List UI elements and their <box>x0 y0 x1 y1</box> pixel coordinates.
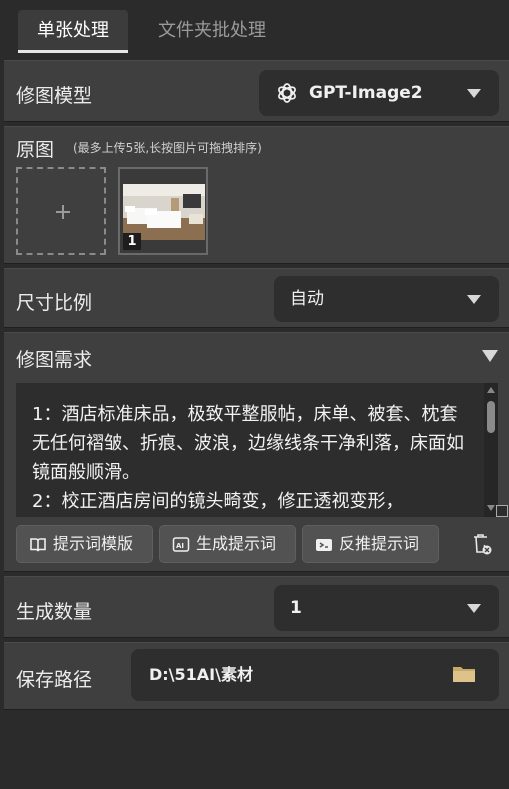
count-select-value: 1 <box>290 598 302 618</box>
tab-folder-batch[interactable]: 文件夹批处理 <box>142 10 282 52</box>
original-label: 原图 <box>16 139 55 161</box>
book-icon <box>30 538 46 552</box>
ai-generate-icon: AI <box>172 537 190 552</box>
original-hint: (最多上传5张,长按图片可拖拽排序) <box>73 141 262 155</box>
clear-trash-icon[interactable] <box>471 532 493 556</box>
model-label: 修图模型 <box>16 85 93 107</box>
image-index-badge: 1 <box>123 233 141 250</box>
upload-button[interactable] <box>16 167 106 255</box>
original-section: 原图 (最多上传5张,长按图片可拖拽排序) 1 <box>4 126 509 264</box>
generate-prompt-button[interactable]: AI 生成提示词 <box>159 525 296 563</box>
image-thumbnail[interactable]: 1 <box>118 167 208 255</box>
reverse-prompt-label: 反推提示词 <box>339 534 420 553</box>
openai-logo-icon <box>278 83 296 103</box>
textarea-scrollbar[interactable] <box>484 383 498 517</box>
model-select-value: GPT-Image2 <box>309 83 423 103</box>
model-section: 修图模型 GPT-Image2 <box>4 60 509 122</box>
scroll-up-icon[interactable] <box>487 387 495 393</box>
requirements-label: 修图需求 <box>16 349 93 371</box>
chevron-down-icon <box>467 89 481 98</box>
resize-handle-icon[interactable] <box>496 505 508 517</box>
requirements-text: 1：酒店标准床品，极致平整服帖，床单、被套、枕套无任何褶皱、折痕、波浪，边缘线条… <box>32 404 464 512</box>
requirements-textarea[interactable]: 1：酒店标准床品，极致平整服帖，床单、被套、枕套无任何褶皱、折痕、波浪，边缘线条… <box>16 383 498 517</box>
requirements-section: 修图需求 1：酒店标准床品，极致平整服帖，床单、被套、枕套无任何褶皱、折痕、波浪… <box>4 332 509 572</box>
prompt-template-button[interactable]: 提示词模版 <box>16 525 153 563</box>
count-select[interactable]: 1 <box>274 585 499 631</box>
generate-prompt-label: 生成提示词 <box>196 534 277 553</box>
svg-text:AI: AI <box>176 542 184 550</box>
plus-icon-vertical <box>62 205 64 219</box>
ratio-section: 尺寸比例 自动 <box>4 268 509 328</box>
folder-icon[interactable] <box>452 664 476 684</box>
ratio-select-value: 自动 <box>290 289 324 309</box>
save-path-section: 保存路径 D:\51AI\素材 <box>4 642 509 710</box>
tab-bar: 单张处理 文件夹批处理 <box>0 0 509 56</box>
collapse-triangle-icon[interactable] <box>482 350 498 362</box>
tab-active-underline <box>18 50 128 53</box>
prompt-template-label: 提示词模版 <box>53 534 134 553</box>
scrollbar-thumb[interactable] <box>487 401 495 433</box>
reverse-prompt-button[interactable]: 反推提示词 <box>302 525 439 563</box>
reverse-prompt-icon <box>316 539 332 551</box>
save-path-field[interactable]: D:\51AI\素材 <box>131 649 499 701</box>
save-path-label: 保存路径 <box>16 669 93 691</box>
chevron-down-icon <box>467 604 481 613</box>
ratio-select[interactable]: 自动 <box>274 276 499 322</box>
chevron-down-icon <box>467 295 481 304</box>
hotel-room-photo <box>123 184 205 240</box>
ratio-label: 尺寸比例 <box>16 292 93 314</box>
tab-single[interactable]: 单张处理 <box>18 10 128 53</box>
tab-single-label: 单张处理 <box>37 20 109 41</box>
scroll-down-icon[interactable] <box>487 505 495 511</box>
save-path-value: D:\51AI\素材 <box>149 665 253 684</box>
count-section: 生成数量 1 <box>4 576 509 638</box>
count-label: 生成数量 <box>16 601 93 623</box>
model-select[interactable]: GPT-Image2 <box>259 70 499 116</box>
tab-folder-batch-label: 文件夹批处理 <box>158 20 266 41</box>
